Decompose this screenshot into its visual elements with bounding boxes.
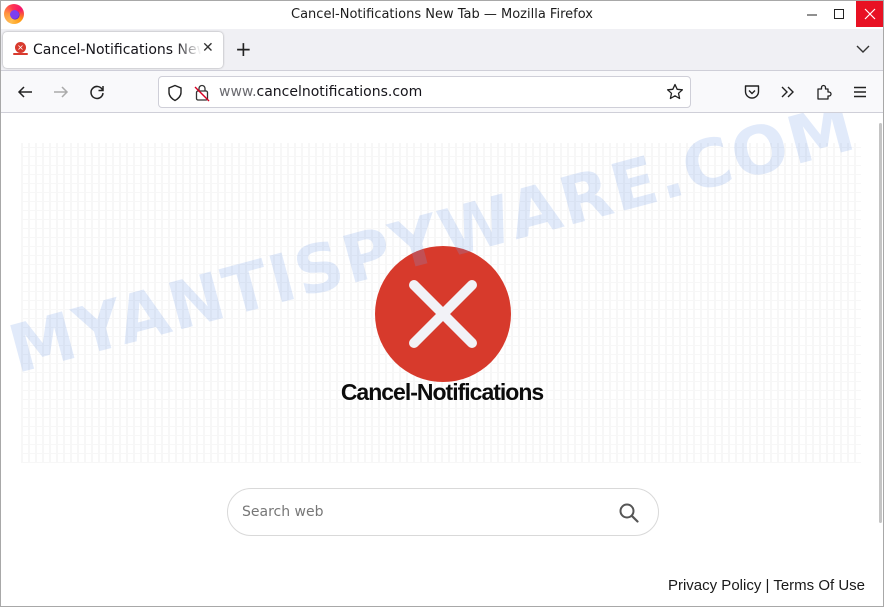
search-button[interactable] bbox=[618, 502, 640, 524]
minimize-icon bbox=[807, 14, 817, 16]
insecure-lock-icon[interactable] bbox=[194, 83, 210, 103]
browser-window: Cancel-Notifications New Tab — Mozilla F… bbox=[0, 0, 884, 607]
url-prefix: www. bbox=[219, 84, 257, 100]
page-content: Cancel-Notifications MYANTISPYWARE.COM P… bbox=[1, 113, 883, 606]
footer-links: Privacy Policy | Terms Of Use bbox=[668, 577, 865, 594]
extensions-icon bbox=[817, 84, 832, 100]
search-input[interactable] bbox=[242, 499, 602, 525]
back-button[interactable] bbox=[14, 81, 36, 103]
maximize-button[interactable] bbox=[825, 1, 853, 27]
navigation-toolbar: www.cancelnotifications.com bbox=[1, 71, 883, 113]
privacy-policy-link[interactable]: Privacy Policy bbox=[668, 577, 761, 594]
terms-of-use-link[interactable]: Terms Of Use bbox=[773, 577, 865, 594]
site-favicon-icon: × bbox=[13, 42, 28, 56]
back-icon bbox=[17, 86, 32, 98]
pocket-icon bbox=[744, 85, 760, 99]
forward-button[interactable] bbox=[50, 81, 72, 103]
bookmark-star-icon[interactable] bbox=[666, 83, 684, 101]
maximize-icon bbox=[834, 9, 844, 19]
brand-name: Cancel-Notifications bbox=[340, 379, 544, 405]
tab-cancel-notifications[interactable]: × Cancel-Notifications New Tab ✕ bbox=[3, 32, 223, 68]
search-icon bbox=[619, 503, 639, 523]
new-tab-button[interactable]: + bbox=[235, 37, 252, 61]
title-bar: Cancel-Notifications New Tab — Mozilla F… bbox=[1, 1, 883, 29]
search-box bbox=[227, 488, 659, 536]
forward-icon bbox=[54, 86, 69, 98]
tab-strip: × Cancel-Notifications New Tab ✕ + bbox=[1, 29, 883, 71]
pocket-button[interactable] bbox=[741, 81, 763, 103]
tab-title: Cancel-Notifications New Tab bbox=[33, 42, 201, 58]
shield-icon[interactable] bbox=[167, 84, 183, 102]
reload-button[interactable] bbox=[86, 81, 108, 103]
overflow-chevrons-icon bbox=[781, 86, 794, 98]
window-title: Cancel-Notifications New Tab — Mozilla F… bbox=[291, 7, 593, 22]
close-icon bbox=[864, 8, 876, 20]
more-tools-button[interactable] bbox=[777, 81, 799, 103]
extensions-button[interactable] bbox=[813, 81, 835, 103]
page-scrollbar[interactable] bbox=[879, 123, 882, 523]
app-menu-button[interactable] bbox=[849, 81, 871, 103]
menu-icon bbox=[854, 86, 866, 98]
cancel-logo-icon bbox=[375, 246, 511, 382]
reload-icon bbox=[90, 85, 104, 100]
footer-separator: | bbox=[765, 577, 770, 594]
list-all-tabs-button[interactable] bbox=[853, 39, 873, 59]
chevron-down-icon bbox=[856, 45, 870, 53]
close-window-button[interactable] bbox=[856, 1, 883, 27]
url-text[interactable]: www.cancelnotifications.com bbox=[219, 84, 422, 100]
tab-close-button[interactable]: ✕ bbox=[202, 40, 214, 56]
minimize-button[interactable] bbox=[798, 1, 826, 27]
url-domain: cancelnotifications.com bbox=[256, 84, 423, 100]
url-bar[interactable]: www.cancelnotifications.com bbox=[158, 76, 691, 108]
